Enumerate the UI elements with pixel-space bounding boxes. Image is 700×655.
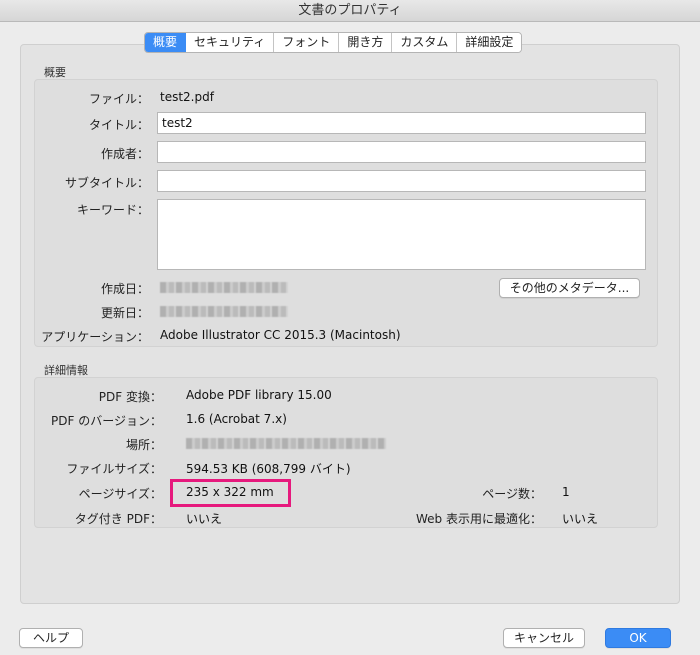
tab-bar: 概要 セキュリティ フォント 開き方 カスタム 詳細設定 (144, 32, 523, 53)
advanced-section-title: 詳細情報 (44, 364, 88, 377)
summary-section-title: 概要 (44, 66, 66, 79)
tab-fonts[interactable]: フォント (274, 33, 340, 52)
file-size-value: 594.53 KB (608,799 バイト) (186, 462, 351, 476)
tab-advanced[interactable]: 詳細設定 (457, 33, 522, 52)
modified-label: 更新日： (100, 306, 149, 320)
subject-label: サブタイトル： (64, 176, 149, 190)
cancel-button[interactable]: キャンセル (503, 628, 585, 648)
location-redacted (186, 438, 386, 449)
fast-web-view-value: いいえ (562, 512, 599, 526)
tab-initial-view[interactable]: 開き方 (339, 33, 393, 52)
location-label: 場所： (125, 438, 162, 452)
file-size-label: ファイルサイズ： (66, 462, 162, 476)
tagged-pdf-value: いいえ (186, 512, 223, 526)
page-size-label: ページサイズ： (78, 487, 162, 501)
modified-date-redacted (160, 306, 288, 317)
file-label: ファイル： (88, 92, 149, 106)
tab-security[interactable]: セキュリティ (186, 33, 275, 52)
created-date-redacted (160, 282, 288, 293)
pdf-producer-label: PDF 変換： (98, 390, 162, 404)
keywords-field[interactable] (157, 199, 646, 270)
help-button[interactable]: ヘルプ (19, 628, 83, 648)
pdf-version-label: PDF のバージョン： (51, 414, 162, 428)
fast-web-view-label: Web 表示用に最適化： (416, 512, 542, 526)
tagged-pdf-label: タグ付き PDF： (74, 512, 162, 526)
title-field[interactable] (157, 112, 646, 134)
author-label: 作成者： (100, 147, 149, 161)
application-label: アプリケーション： (41, 330, 149, 344)
page-count-label: ページ数： (482, 487, 542, 501)
tab-custom[interactable]: カスタム (392, 33, 458, 52)
title-label: タイトル： (88, 118, 149, 132)
application-value: Adobe Illustrator CC 2015.3 (Macintosh) (160, 328, 401, 342)
page-count-value: 1 (562, 485, 570, 499)
window-title: 文書のプロパティ (0, 0, 700, 22)
author-field[interactable] (157, 141, 646, 163)
subject-field[interactable] (157, 170, 646, 192)
created-label: 作成日： (100, 282, 149, 296)
more-metadata-button[interactable]: その他のメタデータ... (499, 278, 640, 298)
page-size-highlight (170, 479, 291, 507)
pdf-version-value: 1.6 (Acrobat 7.x) (186, 412, 287, 426)
pdf-producer-value: Adobe PDF library 15.00 (186, 388, 332, 402)
tab-summary[interactable]: 概要 (145, 33, 187, 52)
file-value: test2.pdf (160, 90, 214, 104)
keywords-label: キーワード： (76, 203, 149, 217)
ok-button[interactable]: OK (605, 628, 671, 648)
